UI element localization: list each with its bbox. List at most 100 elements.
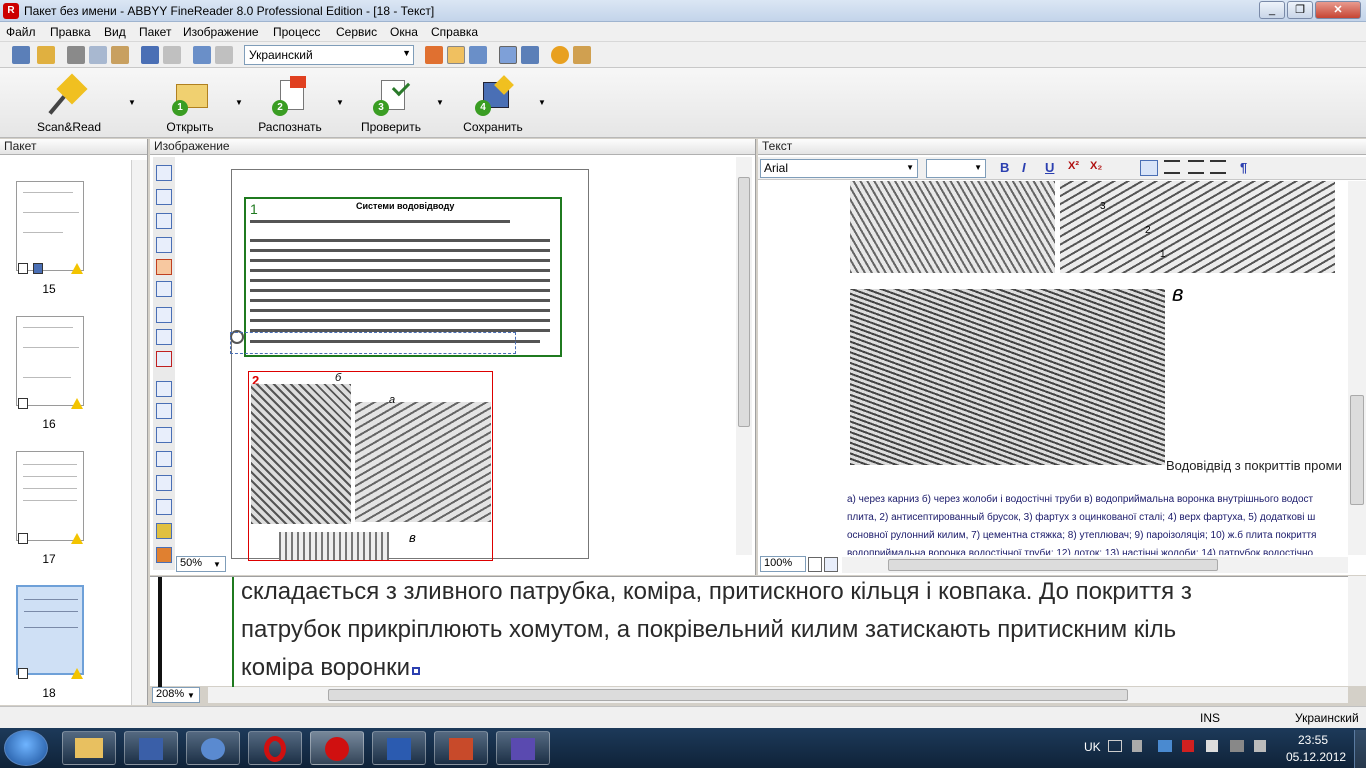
text-view[interactable]: 3 1 2 в Водовідвід з покриттів проми а) …	[760, 181, 1348, 555]
network-task[interactable]	[186, 731, 240, 765]
cut-icon[interactable]	[67, 46, 85, 64]
power-icon[interactable]	[1230, 740, 1244, 752]
text-view-icon[interactable]	[469, 46, 487, 64]
select-area-icon[interactable]	[156, 165, 172, 181]
powerpoint-task[interactable]	[434, 731, 488, 765]
start-button[interactable]	[4, 730, 48, 766]
page-props-icon[interactable]	[156, 499, 172, 515]
recognition-area-icon[interactable]	[156, 189, 172, 205]
rotate-icon[interactable]	[156, 547, 172, 563]
menu-help[interactable]: Справка	[431, 25, 478, 39]
save-button[interactable]: 4 Сохранить	[460, 75, 526, 134]
check-dropdown[interactable]: ▼	[436, 98, 444, 107]
align-left-button[interactable]	[1140, 160, 1158, 176]
cut-area-icon[interactable]	[156, 329, 172, 345]
eraser-icon[interactable]	[156, 475, 172, 491]
open-package-icon[interactable]	[37, 46, 55, 64]
pen-task[interactable]	[496, 731, 550, 765]
text-hscrollbar[interactable]	[842, 557, 1348, 573]
underline-button[interactable]: U	[1045, 160, 1054, 175]
options-icon[interactable]	[551, 46, 569, 64]
explorer-task[interactable]	[62, 731, 116, 765]
image-vscrollbar[interactable]	[736, 157, 752, 555]
recognize-dropdown[interactable]: ▼	[336, 98, 344, 107]
page-thumbnail-16[interactable]	[16, 316, 84, 406]
pointer-icon[interactable]	[156, 281, 172, 297]
text-vscrollbar[interactable]	[1348, 181, 1366, 555]
crop-icon[interactable]	[156, 451, 172, 467]
page-thumbnail-15[interactable]	[16, 181, 84, 271]
minimize-button[interactable]: _	[1259, 1, 1285, 19]
save-task[interactable]	[124, 731, 178, 765]
scroll-thumb[interactable]	[888, 559, 1218, 571]
scan-read-button[interactable]: Scan&Read	[33, 73, 105, 134]
menu-windows[interactable]: Окна	[390, 25, 418, 39]
security-icon[interactable]	[1182, 740, 1194, 752]
app-icon[interactable]: R	[3, 3, 19, 19]
pilcrow-icon[interactable]: ¶	[1240, 160, 1247, 175]
paste-icon[interactable]	[111, 46, 129, 64]
menu-file[interactable]: Файл	[6, 25, 36, 39]
add-area-icon[interactable]	[156, 307, 172, 323]
order-areas-icon[interactable]	[156, 381, 172, 397]
menu-view[interactable]: Вид	[104, 25, 126, 39]
grid-icon[interactable]	[156, 427, 172, 443]
zoom-vscrollbar[interactable]	[1348, 576, 1366, 686]
menu-image[interactable]: Изображение	[183, 25, 259, 39]
bold-button[interactable]: B	[1000, 160, 1009, 175]
clock-date[interactable]: 05.12.2012	[1286, 750, 1346, 764]
page-view-icon[interactable]	[808, 557, 822, 572]
keyboard-icon[interactable]	[1108, 740, 1122, 752]
network-icon[interactable]	[1158, 740, 1172, 752]
analyze-icon[interactable]	[156, 403, 172, 419]
text-zoom-select[interactable]: 100%	[760, 556, 806, 572]
menu-edit[interactable]: Правка	[50, 25, 91, 39]
chevron-down-icon[interactable]: ▼	[209, 557, 225, 572]
image-props-icon[interactable]	[156, 523, 172, 539]
check-button[interactable]: 3 Проверить	[358, 76, 424, 134]
language-select[interactable]: Украинский ▼	[244, 45, 414, 65]
next-page-icon[interactable]	[215, 46, 233, 64]
scroll-thumb[interactable]	[1350, 395, 1364, 505]
chevron-down-icon[interactable]: ▼	[183, 688, 199, 703]
picture-area-icon[interactable]	[156, 259, 172, 275]
menu-package[interactable]: Пакет	[139, 25, 171, 39]
font-size-select[interactable]: ▼	[926, 159, 986, 178]
undo-icon[interactable]	[141, 46, 159, 64]
show-desktop-button[interactable]	[1354, 730, 1366, 768]
font-select[interactable]: Arial ▼	[760, 159, 918, 178]
word-task[interactable]	[372, 731, 426, 765]
superscript-button[interactable]: X²	[1068, 160, 1079, 172]
text-area-icon[interactable]	[156, 213, 172, 229]
device-icon[interactable]	[1206, 740, 1218, 752]
subscript-button[interactable]: X₂	[1090, 160, 1102, 172]
align-right-button[interactable]	[1188, 160, 1204, 174]
table-icon[interactable]	[521, 46, 539, 64]
layout-icon[interactable]	[499, 46, 517, 64]
italic-button[interactable]: I	[1022, 160, 1026, 175]
volume-icon[interactable]	[1254, 740, 1266, 752]
prev-page-icon[interactable]	[193, 46, 211, 64]
picture-block-2[interactable]: 2 а б в	[248, 371, 493, 561]
layout-view-icon[interactable]	[824, 557, 838, 572]
finereader-task[interactable]	[310, 731, 364, 765]
package-scrollbar[interactable]	[131, 160, 147, 705]
menu-process[interactable]: Процесс	[273, 25, 320, 39]
dictionary-icon[interactable]	[573, 46, 591, 64]
open-dropdown[interactable]: ▼	[235, 98, 243, 107]
recognize-button[interactable]: 2 Распознать	[256, 76, 324, 134]
clock-time[interactable]: 23:55	[1298, 733, 1328, 747]
tray-arrow-icon[interactable]	[1132, 740, 1142, 752]
image-view-icon[interactable]	[425, 46, 443, 64]
restore-button[interactable]: ❐	[1287, 1, 1313, 19]
delete-area-icon[interactable]	[156, 351, 172, 367]
justify-button[interactable]	[1210, 160, 1226, 174]
redo-icon[interactable]	[163, 46, 181, 64]
new-package-icon[interactable]	[12, 46, 30, 64]
opera-task[interactable]	[248, 731, 302, 765]
image-text-view-icon[interactable]	[447, 46, 465, 64]
menu-service[interactable]: Сервис	[336, 25, 377, 39]
align-center-button[interactable]	[1164, 160, 1180, 174]
scan-read-dropdown[interactable]: ▼	[128, 98, 136, 107]
page-thumbnail-17[interactable]	[16, 451, 84, 541]
